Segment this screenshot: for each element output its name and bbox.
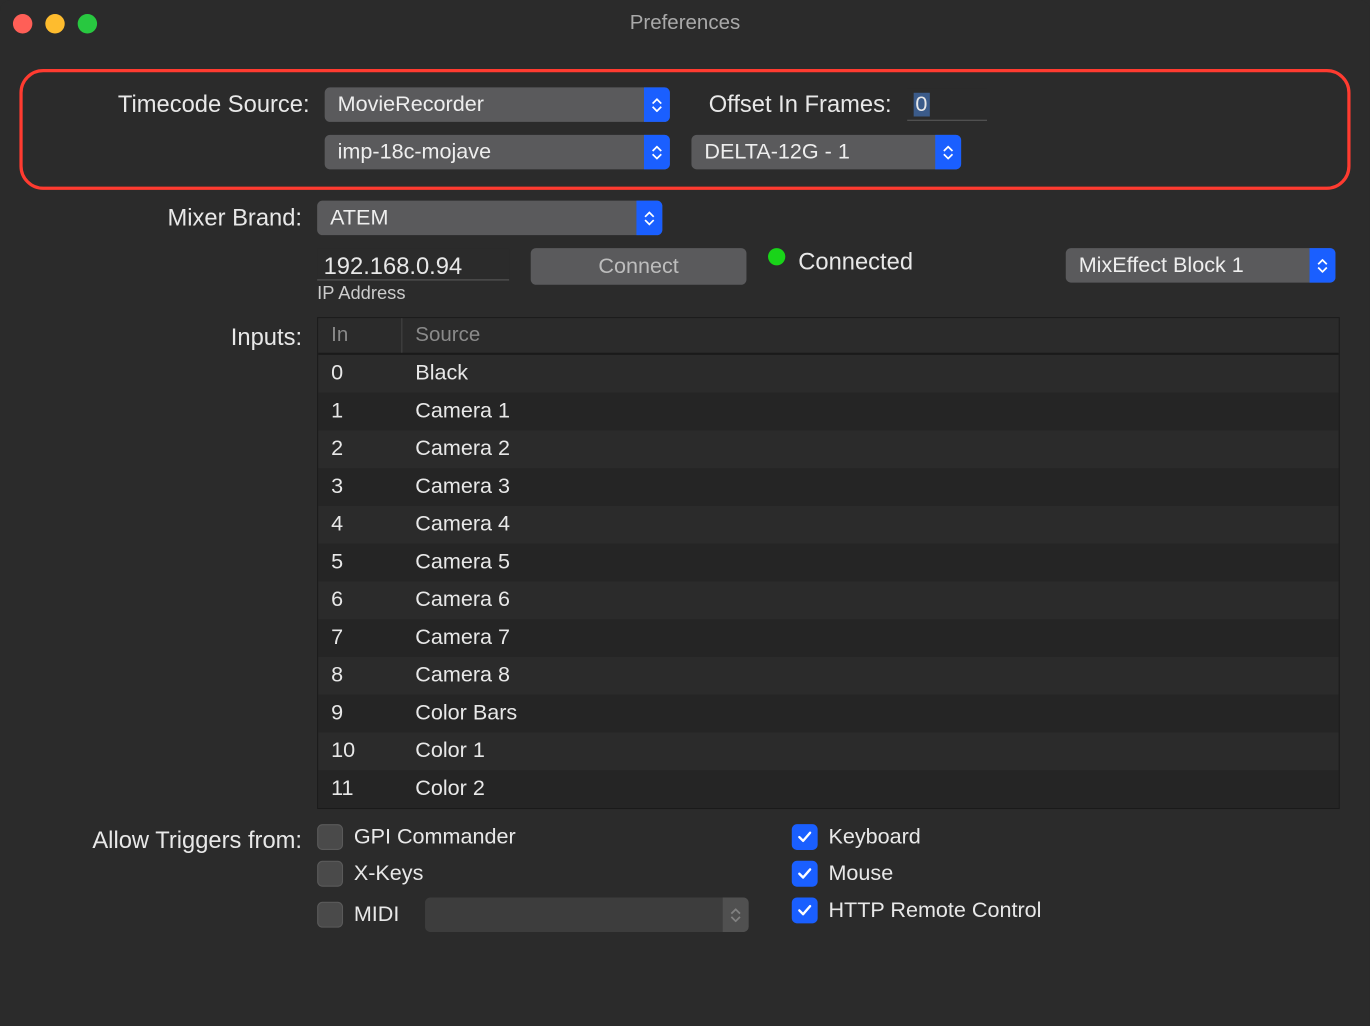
chevron-updown-icon bbox=[935, 135, 961, 170]
triggers-label: Allow Triggers from: bbox=[30, 824, 317, 932]
trigger-label: MIDI bbox=[354, 902, 400, 927]
table-row[interactable]: 5Camera 5 bbox=[318, 544, 1338, 582]
table-row[interactable]: 1Camera 1 bbox=[318, 393, 1338, 431]
input-source: Color 2 bbox=[402, 777, 1338, 802]
trigger-label: Keyboard bbox=[828, 825, 920, 850]
input-number: 11 bbox=[318, 777, 402, 802]
table-row[interactable]: 6Camera 6 bbox=[318, 581, 1338, 619]
timecode-source-value: MovieRecorder bbox=[325, 92, 644, 117]
table-row[interactable]: 7Camera 7 bbox=[318, 619, 1338, 657]
midi-device-popup[interactable] bbox=[425, 897, 749, 932]
mixer-brand-label: Mixer Brand: bbox=[30, 204, 317, 232]
checkbox[interactable] bbox=[792, 897, 818, 923]
input-source: Black bbox=[402, 361, 1338, 386]
input-number: 3 bbox=[318, 475, 402, 500]
chevron-updown-icon bbox=[644, 135, 670, 170]
table-row[interactable]: 3Camera 3 bbox=[318, 468, 1338, 506]
timecode-highlight: Timecode Source: MovieRecorder Offset In… bbox=[19, 69, 1350, 190]
input-source: Camera 6 bbox=[402, 588, 1338, 613]
ip-address-field[interactable]: 192.168.0.94 bbox=[317, 248, 509, 280]
input-source: Camera 5 bbox=[402, 550, 1338, 575]
trigger-item: HTTP Remote Control bbox=[792, 897, 1042, 923]
ip-address-label: IP Address bbox=[317, 283, 509, 305]
table-row[interactable]: 0Black bbox=[318, 355, 1338, 393]
trigger-item: Keyboard bbox=[792, 824, 1042, 850]
trigger-item: MIDI bbox=[317, 897, 792, 932]
trigger-item: X-Keys bbox=[317, 861, 792, 887]
connect-label: Connect bbox=[598, 254, 678, 279]
timecode-host-popup[interactable]: imp-18c-mojave bbox=[325, 135, 670, 170]
mixeffect-block-value: MixEffect Block 1 bbox=[1066, 253, 1310, 278]
timecode-device-popup[interactable]: DELTA-12G - 1 bbox=[691, 135, 961, 170]
connect-button[interactable]: Connect bbox=[531, 248, 747, 285]
table-row[interactable]: 2Camera 2 bbox=[318, 430, 1338, 468]
checkbox[interactable] bbox=[792, 824, 818, 850]
connection-status-text: Connected bbox=[798, 248, 913, 276]
timecode-host-value: imp-18c-mojave bbox=[325, 140, 644, 165]
inputs-header-in[interactable]: In bbox=[318, 318, 402, 353]
ip-address-value: 192.168.0.94 bbox=[324, 252, 463, 279]
input-number: 0 bbox=[318, 361, 402, 386]
minimize-button[interactable] bbox=[45, 14, 64, 33]
traffic-lights bbox=[13, 14, 97, 33]
trigger-label: Mouse bbox=[828, 861, 893, 886]
checkbox[interactable] bbox=[792, 861, 818, 887]
preferences-window: Preferences Timecode Source: MovieRecord… bbox=[0, 0, 1370, 1026]
window-title: Preferences bbox=[0, 12, 1370, 36]
inputs-table-header: In Source bbox=[318, 318, 1338, 355]
input-source: Camera 7 bbox=[402, 626, 1338, 651]
trigger-item: GPI Commander bbox=[317, 824, 792, 850]
input-number: 2 bbox=[318, 437, 402, 462]
inputs-label: Inputs: bbox=[30, 317, 317, 352]
timecode-device-value: DELTA-12G - 1 bbox=[691, 140, 935, 165]
chevron-updown-icon bbox=[1310, 248, 1336, 283]
input-number: 7 bbox=[318, 626, 402, 651]
mixer-brand-popup[interactable]: ATEM bbox=[317, 201, 662, 236]
input-number: 10 bbox=[318, 739, 402, 764]
timecode-source-label: Timecode Source: bbox=[38, 91, 325, 119]
input-number: 1 bbox=[318, 399, 402, 424]
table-row[interactable]: 10Color 1 bbox=[318, 732, 1338, 770]
trigger-label: HTTP Remote Control bbox=[828, 898, 1041, 923]
trigger-item: Mouse bbox=[792, 861, 1042, 887]
offset-frames-value: 0 bbox=[913, 93, 929, 117]
input-number: 9 bbox=[318, 701, 402, 726]
input-source: Color 1 bbox=[402, 739, 1338, 764]
inputs-header-source[interactable]: Source bbox=[402, 318, 1338, 353]
close-button[interactable] bbox=[13, 14, 32, 33]
table-row[interactable]: 9Color Bars bbox=[318, 695, 1338, 733]
connection-status-dot bbox=[768, 248, 785, 265]
input-source: Camera 8 bbox=[402, 663, 1338, 688]
input-source: Color Bars bbox=[402, 701, 1338, 726]
trigger-label: GPI Commander bbox=[354, 825, 516, 850]
timecode-source-popup[interactable]: MovieRecorder bbox=[325, 87, 670, 122]
titlebar: Preferences bbox=[0, 0, 1370, 47]
input-number: 6 bbox=[318, 588, 402, 613]
input-source: Camera 4 bbox=[402, 512, 1338, 537]
inputs-table: In Source 0Black1Camera 12Camera 23Camer… bbox=[317, 317, 1340, 809]
offset-label: Offset In Frames: bbox=[709, 91, 892, 119]
checkbox[interactable] bbox=[317, 902, 343, 928]
chevron-updown-icon bbox=[636, 201, 662, 236]
input-number: 5 bbox=[318, 550, 402, 575]
input-number: 4 bbox=[318, 512, 402, 537]
trigger-label: X-Keys bbox=[354, 861, 424, 886]
offset-frames-field[interactable]: 0 bbox=[907, 88, 987, 120]
table-row[interactable]: 11Color 2 bbox=[318, 770, 1338, 808]
chevron-updown-icon bbox=[723, 897, 749, 932]
mixeffect-block-popup[interactable]: MixEffect Block 1 bbox=[1066, 248, 1336, 283]
table-row[interactable]: 8Camera 8 bbox=[318, 657, 1338, 695]
input-number: 8 bbox=[318, 663, 402, 688]
checkbox[interactable] bbox=[317, 861, 343, 887]
input-source: Camera 2 bbox=[402, 437, 1338, 462]
checkbox[interactable] bbox=[317, 824, 343, 850]
input-source: Camera 1 bbox=[402, 399, 1338, 424]
chevron-updown-icon bbox=[644, 87, 670, 122]
zoom-button[interactable] bbox=[78, 14, 97, 33]
inputs-table-body[interactable]: 0Black1Camera 12Camera 23Camera 34Camera… bbox=[318, 355, 1338, 808]
input-source: Camera 3 bbox=[402, 475, 1338, 500]
table-row[interactable]: 4Camera 4 bbox=[318, 506, 1338, 544]
mixer-brand-value: ATEM bbox=[317, 205, 636, 230]
